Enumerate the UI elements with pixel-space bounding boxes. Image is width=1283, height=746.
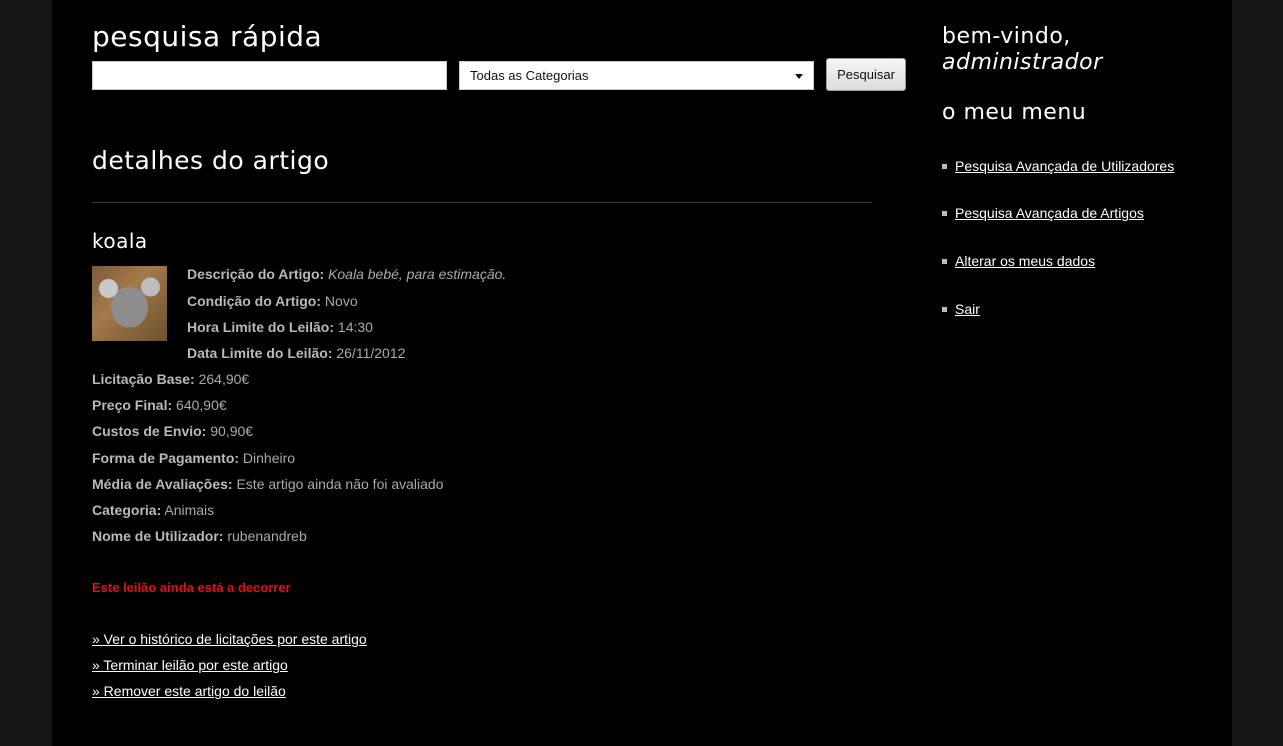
chevron-down-icon <box>795 74 803 79</box>
menu-title: o meu menu <box>942 100 1087 125</box>
field-value: Novo <box>324 293 358 309</box>
field-label: Licitação Base: <box>92 371 195 387</box>
bullet-icon <box>942 163 947 169</box>
field-label: Preço Final: <box>92 397 173 413</box>
field-value: 14:30 <box>337 319 373 335</box>
field-value: 26/11/2012 <box>336 345 406 361</box>
field-shipping: Custos de Envio: 90,90€ <box>92 423 253 439</box>
field-base-bid: Licitação Base: 264,90€ <box>92 371 249 387</box>
field-label: Data Limite do Leilão: <box>187 345 333 361</box>
menu-item-edit-profile: Alterar os meus dados <box>942 253 1095 269</box>
field-value: Dinheiro <box>242 450 296 466</box>
end-auction-link[interactable]: » Terminar leilão por este artigo <box>92 657 288 673</box>
field-label: Hora Limite do Leilão: <box>187 319 335 335</box>
field-category: Categoria: Animais <box>92 502 214 518</box>
bullet-icon <box>942 210 947 216</box>
menu-link[interactable]: Pesquisa Avançada de Utilizadores <box>955 158 1174 174</box>
auction-status: Este leilão ainda está a decorrer <box>92 580 291 595</box>
field-label: Forma de Pagamento: <box>92 450 240 466</box>
field-value: 264,90€ <box>198 371 250 387</box>
field-label: Descrição do Artigo: <box>187 266 325 282</box>
field-value: Koala bebé, para estimação. <box>328 266 507 282</box>
menu-item-logout: Sair <box>942 301 980 317</box>
search-input[interactable] <box>92 61 447 90</box>
field-label: Média de Avaliações: <box>92 476 233 492</box>
username: administrador <box>942 50 1103 75</box>
item-thumbnail <box>92 266 167 341</box>
field-username: Nome de Utilizador: rubenandreb <box>92 528 307 544</box>
field-condition: Condição do Artigo: Novo <box>187 293 358 309</box>
category-select[interactable]: Todas as Categorias <box>459 61 814 90</box>
page-container: pesquisa rápida Todas as Categorias Pesq… <box>52 0 1232 746</box>
field-label: Categoria: <box>92 502 162 518</box>
field-label: Condição do Artigo: <box>187 293 322 309</box>
field-description: Descrição do Artigo: Koala bebé, para es… <box>187 266 506 282</box>
menu-item-advanced-user-search: Pesquisa Avançada de Utilizadores <box>942 158 1174 174</box>
field-label: Nome de Utilizador: <box>92 528 224 544</box>
bullet-icon <box>942 306 947 312</box>
welcome-block: bem-vindo, administrador <box>942 24 1103 76</box>
menu-link[interactable]: Sair <box>955 301 980 317</box>
field-value: Este artigo ainda não foi avaliado <box>236 476 444 492</box>
menu-link[interactable]: Pesquisa Avançada de Artigos <box>955 205 1144 221</box>
details-title: detalhes do artigo <box>92 146 330 175</box>
field-value: 90,90€ <box>210 423 254 439</box>
field-final-price: Preço Final: 640,90€ <box>92 397 227 413</box>
field-rating: Média de Avaliações: Este artigo ainda n… <box>92 476 444 492</box>
field-value: 640,90€ <box>176 397 227 413</box>
bid-history-link[interactable]: » Ver o histórico de licitações por este… <box>92 631 367 647</box>
remove-item-link[interactable]: » Remover este artigo do leilão <box>92 683 286 699</box>
category-select-value: Todas as Categorias <box>470 68 589 83</box>
field-deadline-date: Data Limite do Leilão: 26/11/2012 <box>187 345 405 361</box>
item-name: koala <box>92 229 148 253</box>
menu-link[interactable]: Alterar os meus dados <box>955 253 1095 269</box>
search-button[interactable]: Pesquisar <box>826 58 906 91</box>
bullet-icon <box>942 258 947 264</box>
divider <box>92 202 872 203</box>
field-deadline-time: Hora Limite do Leilão: 14:30 <box>187 319 373 335</box>
field-label: Custos de Envio: <box>92 423 207 439</box>
field-value: Animais <box>164 502 215 518</box>
welcome-text: bem-vindo, <box>942 24 1071 49</box>
quick-search-title: pesquisa rápida <box>92 20 323 53</box>
field-payment: Forma de Pagamento: Dinheiro <box>92 450 295 466</box>
menu-item-advanced-item-search: Pesquisa Avançada de Artigos <box>942 205 1144 221</box>
field-value: rubenandreb <box>227 528 307 544</box>
